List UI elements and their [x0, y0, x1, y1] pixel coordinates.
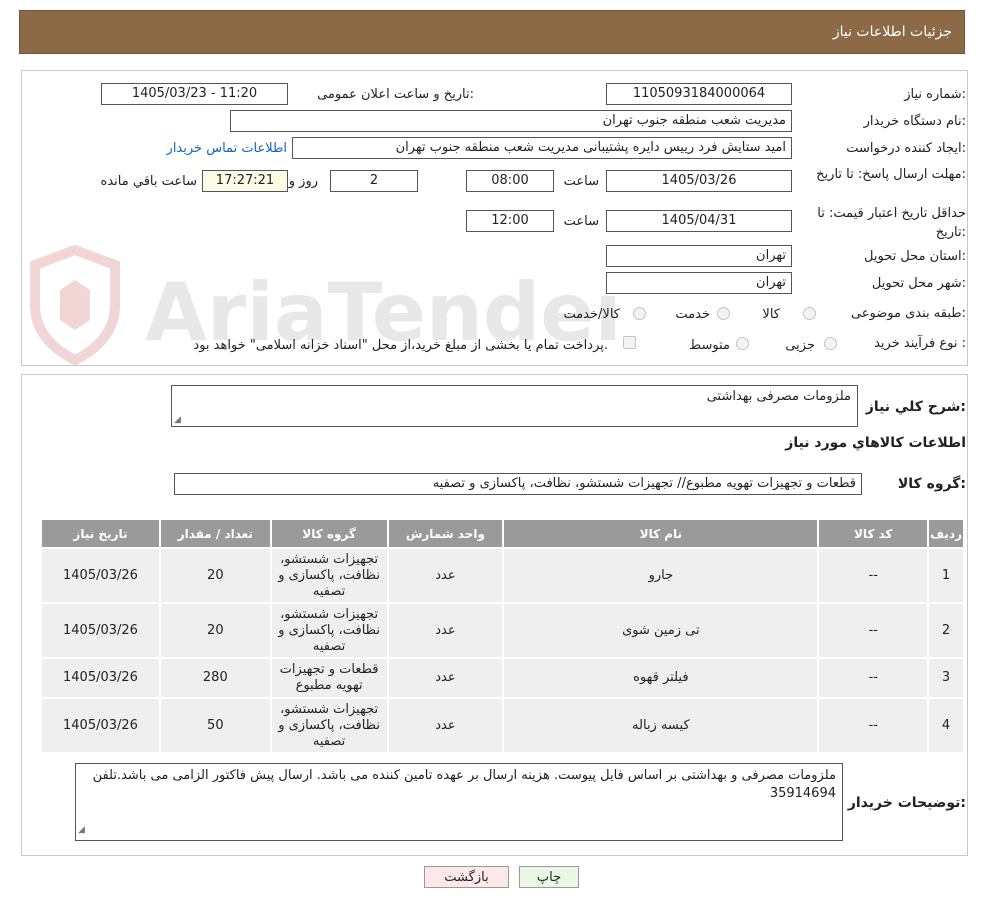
table-row: 4 -- کیسه زباله عدد تجهیزات شستشو، نظافت… [40, 697, 965, 754]
table-row: 3 -- فیلتر قهوه عدد قطعات و تجهیزات تهوی… [40, 657, 965, 699]
col-header-date: تاریخ نیاز [40, 518, 161, 549]
cell-name: جارو [502, 547, 820, 604]
table-row: 2 -- تی زمین شوی عدد تجهیزات شستشو، نظاف… [40, 602, 965, 659]
process-option-minor: جزیی [785, 338, 815, 353]
category-radio-goods[interactable] [803, 307, 816, 320]
creator-field: امید ستایش فرد رییس دایره پشتیبانی مدیری… [292, 137, 792, 159]
cell-qty: 20 [158, 602, 272, 659]
summary-textarea[interactable]: ملزومات مصرفی بهداشتی ◢ [171, 385, 858, 427]
announce-label: تاریخ و ساعت اعلان عمومی: [317, 87, 474, 102]
cell-qty: 20 [158, 547, 272, 604]
table-row: 1 -- جارو عدد تجهیزات شستشو، نظافت، پاکس… [40, 547, 965, 604]
goods-group-field: قطعات و تجهیزات تهویه مطبوع// تجهیزات شس… [174, 473, 862, 495]
process-label: نوع فرآیند خرید : [874, 336, 966, 351]
summary-label: شرح کلي نياز: [865, 399, 966, 415]
goods-table: رديف کد کالا نام کالا واحد شمارش گروه کا… [40, 518, 965, 754]
need-number-label: شماره نیاز: [904, 87, 966, 102]
cell-group: قطعات و تجهیزات تهویه مطبوع [269, 657, 389, 699]
cell-group: تجهیزات شستشو، نظافت، پاکسازی و تصفیه [269, 602, 389, 659]
need-number-field: 1105093184000064 [606, 83, 792, 105]
reply-time-field: 08:00 [466, 170, 554, 192]
buyer-notes-label: توضیحات خریدار: [847, 795, 966, 811]
buyer-notes-textarea[interactable]: ملزومات مصرفی و بهداشتی بر اساس فایل پیو… [75, 763, 843, 841]
cell-unit: عدد [386, 697, 505, 754]
price-validity-label: حداقل تاریخ اعتبار قیمت: تا تاریخ: [817, 206, 966, 240]
cell-date: 1405/03/26 [40, 547, 161, 604]
price-time-label: ساعت [563, 214, 599, 229]
cell-row-num: 1 [927, 547, 965, 604]
category-label: طبقه بندی موضوعی: [850, 306, 966, 321]
col-header-row-num: رديف [927, 518, 965, 549]
process-radio-minor[interactable] [824, 337, 837, 350]
announce-field: 1405/03/23 - 11:20 [101, 83, 288, 105]
process-radio-medium[interactable] [736, 337, 749, 350]
cell-unit: عدد [386, 657, 505, 699]
price-date-field: 1405/04/31 [606, 210, 792, 232]
cell-unit: عدد [386, 547, 505, 604]
buyer-contact-link[interactable]: اطلاعات تماس خریدار [167, 141, 287, 156]
remaining-time-label: ساعت باقي مانده [100, 174, 197, 189]
buyer-org-label: نام دستگاه خریدار: [863, 114, 966, 129]
remaining-time-field: 17:27:21 [202, 170, 288, 192]
cell-name: فیلتر قهوه [502, 657, 820, 699]
col-header-group: گروه کالا [269, 518, 389, 549]
cell-qty: 50 [158, 697, 272, 754]
buyer-org-field: مدیریت شعب منطقه جنوب تهران [230, 110, 792, 132]
cell-group: تجهیزات شستشو، نظافت، پاکسازی و تصفیه [269, 547, 389, 604]
col-header-name: نام کالا [502, 518, 820, 549]
col-header-qty: تعداد / مقدار [158, 518, 272, 549]
days-field: 2 [330, 170, 418, 192]
col-header-code: کد کالا [817, 518, 930, 549]
cell-code: -- [817, 657, 930, 699]
goods-info-title: اطلاعات كالاهاي مورد نياز [785, 435, 966, 451]
days-label: روز و [288, 174, 318, 189]
cell-code: -- [817, 697, 930, 754]
category-radio-service[interactable] [717, 307, 730, 320]
resize-handle-icon[interactable]: ◢ [78, 821, 85, 839]
cell-row-num: 3 [927, 657, 965, 699]
city-field: تهران [606, 272, 792, 294]
cell-date: 1405/03/26 [40, 602, 161, 659]
cell-date: 1405/03/26 [40, 657, 161, 699]
treasury-payment-note: پرداخت تمام یا بخشی از مبلغ خرید،از محل … [193, 338, 608, 353]
cell-unit: عدد [386, 602, 505, 659]
cell-name: تی زمین شوی [502, 602, 820, 659]
treasury-payment-checkbox[interactable] [623, 336, 636, 349]
cell-date: 1405/03/26 [40, 697, 161, 754]
cell-row-num: 2 [927, 602, 965, 659]
page-header: جزئیات اطلاعات نیاز [19, 10, 965, 54]
summary-value: ملزومات مصرفی بهداشتی [706, 389, 851, 404]
category-option-goods-service: کالا/خدمت [563, 307, 620, 322]
print-button[interactable]: چاپ [519, 866, 579, 888]
table-header-row: رديف کد کالا نام کالا واحد شمارش گروه کا… [40, 518, 965, 549]
city-label: شهر محل تحویل: [871, 276, 966, 291]
process-option-medium: متوسط [689, 338, 730, 353]
reply-time-label: ساعت [563, 174, 599, 189]
cell-group: تجهیزات شستشو، نظافت، پاکسازی و تصفیه [269, 697, 389, 754]
cell-code: -- [817, 602, 930, 659]
cell-code: -- [817, 547, 930, 604]
category-option-service: خدمت [675, 307, 710, 322]
col-header-unit: واحد شمارش [386, 518, 505, 549]
creator-label: ایجاد کننده درخواست: [846, 141, 966, 156]
price-time-field: 12:00 [466, 210, 554, 232]
category-radio-goods-service[interactable] [633, 307, 646, 320]
back-button[interactable]: بازگشت [424, 866, 509, 888]
buyer-notes-value: ملزومات مصرفی و بهداشتی بر اساس فایل پیو… [92, 768, 836, 801]
reply-deadline-label: مهلت ارسال پاسخ: تا تاریخ: [816, 167, 966, 182]
category-option-goods: کالا [762, 307, 780, 322]
goods-group-label: گروه کالا: [897, 476, 966, 492]
cell-qty: 280 [158, 657, 272, 699]
page-title: جزئیات اطلاعات نیاز [832, 24, 952, 40]
cell-row-num: 4 [927, 697, 965, 754]
reply-date-field: 1405/03/26 [606, 170, 792, 192]
resize-handle-icon[interactable]: ◢ [174, 415, 181, 425]
province-label: استان محل تحویل: [864, 249, 966, 264]
province-field: تهران [606, 245, 792, 267]
cell-name: کیسه زباله [502, 697, 820, 754]
